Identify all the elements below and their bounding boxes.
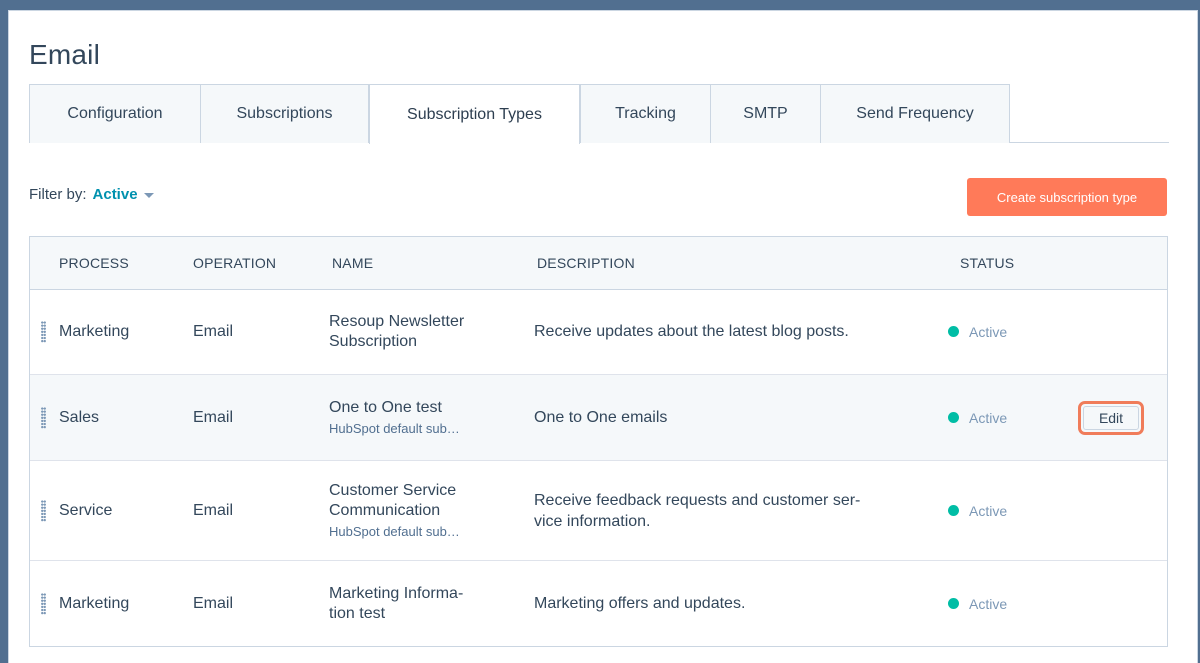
process-cell: Marketing	[59, 594, 130, 612]
description-cell: Receive feedback requests and customer s…	[534, 461, 884, 560]
settings-panel: Email Configuration Subscriptions Subscr…	[8, 10, 1198, 663]
description-cell: Receive updates about the latest blog po…	[534, 289, 894, 374]
table-row[interactable]: Marketing Email Marketing Informa-tion t…	[30, 561, 1167, 646]
drag-handle-icon[interactable]	[41, 592, 46, 615]
tab-send-frequency[interactable]: Send Frequency	[821, 84, 1010, 143]
caret-down-icon	[143, 193, 154, 198]
operation-cell: Email	[193, 501, 234, 519]
filter-dropdown[interactable]: Active	[93, 186, 154, 203]
description-cell: One to One emails	[534, 375, 894, 460]
column-header-name: NAME	[332, 255, 374, 271]
tab-configuration[interactable]: Configuration	[29, 84, 201, 143]
edit-button[interactable]: Edit	[1083, 405, 1139, 430]
table-row[interactable]: Marketing Email Resoup Newsletter Subscr…	[30, 289, 1167, 375]
process-cell: Sales	[59, 408, 100, 426]
process-cell: Marketing	[59, 322, 130, 340]
tab-label: Subscription Types	[407, 105, 542, 123]
column-header-description: DESCRIPTION	[537, 255, 635, 271]
tab-label: SMTP	[743, 105, 788, 122]
subscription-types-table: PROCESS OPERATION NAME DESCRIPTION STATU…	[29, 236, 1168, 647]
subscription-name: Marketing Informa-tion test	[329, 584, 464, 622]
table-row[interactable]: Service Email Customer Service Communica…	[30, 461, 1167, 561]
tab-label: Tracking	[615, 105, 676, 122]
status-text: Active	[969, 323, 1008, 340]
subscription-description: Marketing offers and updates.	[534, 595, 746, 612]
tab-label: Subscriptions	[236, 105, 333, 122]
operation-cell: Email	[193, 594, 234, 612]
status-dot-icon	[948, 412, 959, 423]
table-row[interactable]: Sales Email One to One test HubSpot defa…	[30, 375, 1167, 461]
subscription-description: One to One emails	[534, 409, 668, 426]
create-subscription-type-button[interactable]: Create subscription type	[967, 178, 1167, 216]
tab-tracking[interactable]: Tracking	[580, 84, 711, 143]
name-cell: Marketing Informa-tion test	[329, 561, 479, 646]
description-cell: Marketing offers and updates.	[534, 561, 894, 646]
filter-label: Filter by:	[29, 186, 87, 203]
drag-handle-icon[interactable]	[41, 406, 46, 429]
column-header-status: STATUS	[960, 255, 1015, 271]
subscription-name: One to One test	[329, 398, 442, 416]
edit-highlight: Edit	[1078, 400, 1144, 435]
status-cell: Active	[948, 461, 1007, 560]
page-title: Email	[29, 39, 101, 70]
tab-subscriptions[interactable]: Subscriptions	[201, 84, 369, 143]
table-header: PROCESS OPERATION NAME DESCRIPTION STATU…	[30, 237, 1167, 290]
column-header-process: PROCESS	[59, 255, 129, 271]
subscription-description: Receive updates about the latest blog po…	[534, 323, 849, 340]
filter-value: Active	[92, 186, 138, 203]
tab-subscription-types[interactable]: Subscription Types	[369, 84, 580, 144]
tab-label: Send Frequency	[856, 105, 974, 122]
status-dot-icon	[948, 505, 959, 516]
tab-smtp[interactable]: SMTP	[711, 84, 821, 143]
status-dot-icon	[948, 326, 959, 337]
subscription-subtitle: HubSpot default sub…	[329, 523, 460, 539]
subscription-subtitle: HubSpot default sub…	[329, 420, 460, 436]
status-cell: Active	[948, 561, 1007, 646]
status-dot-icon	[948, 598, 959, 609]
name-cell: Customer Service Communication HubSpot d…	[329, 461, 489, 560]
name-cell: Resoup Newsletter Subscription	[329, 289, 499, 374]
subscription-name: Resoup Newsletter Subscription	[329, 312, 465, 350]
tab-bar: Configuration Subscriptions Subscription…	[29, 84, 1169, 144]
status-cell: Active	[948, 375, 1007, 460]
status-cell: Active	[948, 289, 1007, 374]
status-text: Active	[969, 502, 1008, 519]
operation-cell: Email	[193, 408, 234, 426]
process-cell: Service	[59, 501, 113, 519]
name-cell: One to One test HubSpot default sub…	[329, 375, 499, 460]
subscription-name: Customer Service Communication	[329, 481, 457, 519]
operation-cell: Email	[193, 322, 234, 340]
filter-bar: Filter by: Active	[29, 186, 154, 203]
drag-handle-icon[interactable]	[41, 320, 46, 343]
status-text: Active	[969, 409, 1008, 426]
tab-label: Configuration	[67, 105, 163, 122]
drag-handle-icon[interactable]	[41, 499, 46, 522]
status-text: Active	[969, 595, 1008, 612]
subscription-description: Receive feedback requests and customer s…	[534, 491, 861, 530]
column-header-operation: OPERATION	[193, 255, 277, 271]
